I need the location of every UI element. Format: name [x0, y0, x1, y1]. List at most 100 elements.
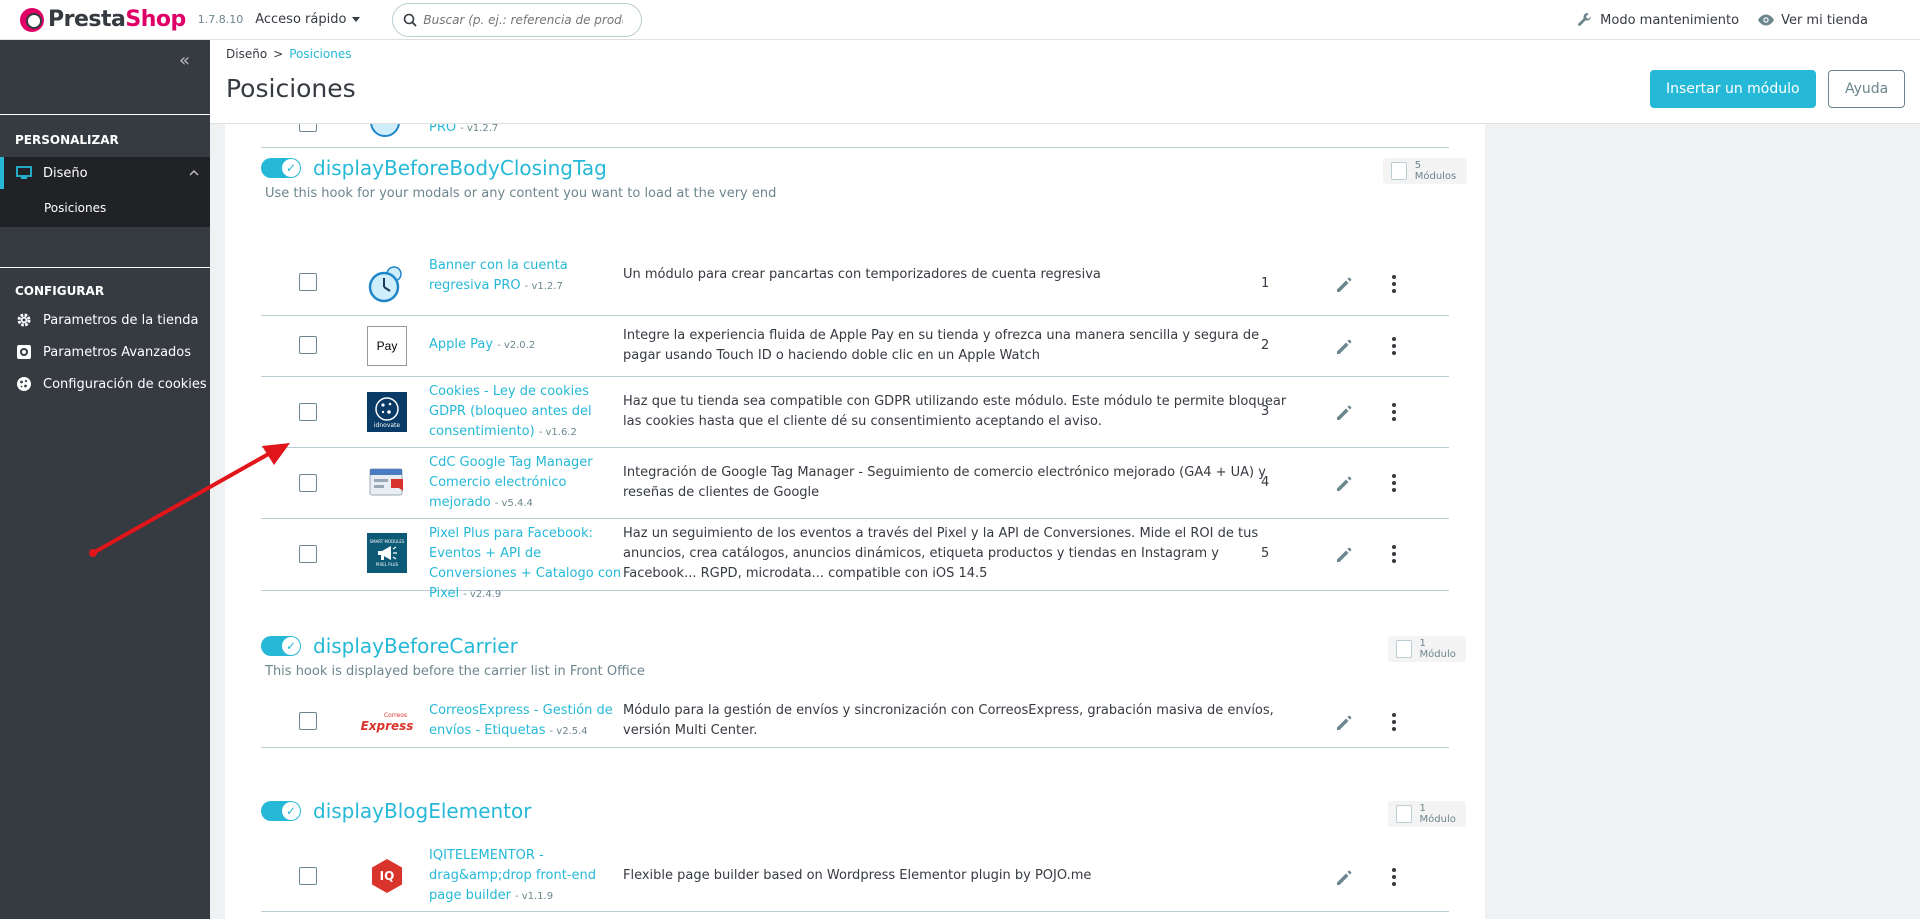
hook-name[interactable]: displayBeforeBodyClosingTag — [313, 156, 607, 180]
countdown-clock-icon — [367, 124, 407, 140]
more-vertical-icon[interactable] — [1387, 710, 1401, 734]
module-name-link[interactable]: PRO - v1.2.7 — [429, 124, 624, 139]
module-name-link[interactable]: CdC Google Tag Manager Comercio electrón… — [429, 453, 624, 514]
insert-module-button[interactable]: Insertar un módulo — [1650, 70, 1816, 108]
caret-down-icon — [352, 17, 361, 22]
sidebar: « PERSONALIZAR Diseño Posiciones CONFIGU… — [0, 40, 210, 919]
edit-pencil-icon[interactable] — [1333, 542, 1357, 566]
module-checkbox[interactable] — [299, 867, 317, 885]
more-vertical-icon[interactable] — [1387, 471, 1401, 495]
sidebar-item-cookies[interactable]: Configuración de cookies — [0, 368, 210, 400]
page-header: Diseño > Posiciones Posiciones Insertar un… — [210, 40, 1920, 124]
module-version: - v2.4.9 — [463, 589, 502, 600]
prestashop-logo[interactable]: PrestaShop — [20, 7, 186, 32]
module-count-box[interactable]: 1 Módulo — [1388, 636, 1467, 662]
module-count: 1 Módulo — [1419, 638, 1456, 660]
more-vertical-icon[interactable] — [1387, 334, 1401, 358]
edit-pencil-icon[interactable] — [1333, 272, 1357, 296]
help-button[interactable]: Ayuda — [1828, 70, 1906, 108]
module-count-box[interactable]: 1 Módulo — [1388, 801, 1467, 827]
view-store-label: Ver mi tienda — [1781, 12, 1868, 28]
section-title-personalizar: PERSONALIZAR — [15, 133, 119, 147]
module-checkbox[interactable] — [299, 712, 317, 730]
view-store-link[interactable]: Ver mi tienda — [1757, 13, 1868, 28]
sidebar-item-parametros-tienda[interactable]: Parametros de la tienda — [0, 304, 210, 336]
select-all-checkbox[interactable] — [1396, 640, 1412, 658]
hook-header: displayBeforeBodyClosingTag Use this hoo… — [261, 156, 1467, 216]
maintenance-link[interactable]: Modo mantenimiento — [1576, 11, 1739, 29]
header-right: Modo mantenimiento Ver mi tienda — [1576, 0, 1868, 40]
maintenance-label: Modo mantenimiento — [1600, 12, 1740, 28]
more-vertical-icon[interactable] — [1387, 272, 1401, 296]
module-checkbox[interactable] — [299, 545, 317, 563]
gear-icon — [15, 312, 33, 328]
module-checkbox[interactable] — [299, 273, 317, 291]
pixel-logo-bottom-text: PIXEL PLUS — [375, 562, 399, 567]
edit-pencil-icon[interactable] — [1333, 400, 1357, 424]
sidebar-item-label: Parametros de la tienda — [43, 312, 199, 328]
countdown-clock-icon — [367, 264, 407, 304]
pixel-plus-logo: SMART MODULES PIXEL PLUS — [367, 533, 407, 573]
sidebar-subitem-posiciones-label: Posiciones — [44, 201, 107, 215]
module-name-link[interactable]: Cookies - Ley de cookies GDPR (bloqueo a… — [429, 382, 624, 443]
breadcrumb: Diseño > Posiciones — [226, 47, 351, 61]
section-title-configurar: CONFIGURAR — [15, 284, 105, 298]
hook-name[interactable]: displayBeforeCarrier — [313, 634, 518, 658]
module-checkbox[interactable] — [299, 124, 317, 132]
edit-pencil-icon[interactable] — [1333, 710, 1357, 734]
edit-pencil-icon[interactable] — [1333, 865, 1357, 889]
module-description: Integre la experiencia fluida de Apple P… — [623, 328, 1260, 363]
table-row: Banner con la cuenta regresiva PRO - v1.2… — [261, 254, 1449, 316]
module-name-link[interactable]: Apple Pay - v2.0.2 — [429, 335, 624, 356]
search-input[interactable] — [423, 12, 624, 27]
module-name-link[interactable]: Pixel Plus para Facebook: Eventos + API … — [429, 524, 624, 605]
idnovate-logo-text: idnovate — [373, 421, 401, 429]
table-row: Correos Express CorreosExpress - Gestión… — [261, 696, 1449, 748]
quick-access-label: Acceso rápido — [255, 12, 347, 27]
hook-toggle[interactable] — [261, 158, 301, 178]
module-checkbox[interactable] — [299, 474, 317, 492]
module-description: Flexible page builder based on Wordpress… — [623, 868, 1092, 883]
quick-access-dropdown[interactable]: Acceso rápido — [255, 12, 361, 27]
sidebar-item-parametros-avanzados[interactable]: Parametros Avanzados — [0, 336, 210, 368]
collapse-sidebar-icon[interactable]: « — [179, 50, 190, 71]
module-version: - v5.4.4 — [494, 498, 533, 509]
module-count-box[interactable]: 5 Módulos — [1383, 158, 1467, 184]
module-version: - v2.0.2 — [497, 340, 536, 351]
megaphone-icon — [378, 546, 397, 560]
table-row: CdC Google Tag Manager Comercio electrón… — [261, 448, 1449, 519]
edit-pencil-icon[interactable] — [1333, 334, 1357, 358]
module-name-link[interactable]: IQITELEMENTOR - drag&amp;drop front-end … — [429, 846, 609, 907]
brand-shop: Shop — [125, 7, 186, 32]
more-vertical-icon[interactable] — [1387, 542, 1401, 566]
table-row: Pay Apple Pay - v2.0.2 Integre la experie… — [261, 316, 1449, 377]
module-checkbox[interactable] — [299, 336, 317, 354]
table-row: PRO - v1.2.7 — [261, 124, 1449, 148]
sidebar-section-personalizar: PERSONALIZAR Diseño Posiciones — [0, 114, 210, 227]
hook-toggle[interactable] — [261, 636, 301, 656]
module-checkbox[interactable] — [299, 403, 317, 421]
module-name-link[interactable]: Banner con la cuenta regresiva PRO - v1.2… — [429, 256, 624, 297]
module-name: IQITELEMENTOR - drag&amp;drop front-end … — [429, 848, 596, 903]
hook-name[interactable]: displayBlogElementor — [313, 799, 532, 823]
wrench-icon — [1578, 12, 1592, 26]
select-all-checkbox[interactable] — [1391, 162, 1407, 180]
apple-pay-logo: Pay — [367, 326, 407, 366]
cookie-icon — [375, 396, 399, 421]
module-position: 2 — [1261, 338, 1270, 353]
more-vertical-icon[interactable] — [1387, 865, 1401, 889]
edit-pencil-icon[interactable] — [1333, 471, 1357, 495]
sidebar-subitem-posiciones[interactable]: Posiciones — [0, 189, 210, 227]
breadcrumb-current[interactable]: Posiciones — [289, 47, 351, 61]
breadcrumb-parent[interactable]: Diseño — [226, 47, 267, 61]
chevron-up-icon — [189, 169, 199, 176]
sidebar-item-diseno[interactable]: Diseño — [0, 157, 210, 189]
module-name: Apple Pay — [429, 337, 494, 352]
module-name-link[interactable]: CorreosExpress - Gestión de envíos - Eti… — [429, 701, 624, 742]
select-all-checkbox[interactable] — [1396, 805, 1412, 823]
hook-toggle[interactable] — [261, 801, 301, 821]
hook-description: This hook is displayed before the carrie… — [265, 664, 645, 679]
module-version: - v1.1.9 — [514, 891, 554, 902]
search-box — [392, 2, 643, 37]
more-vertical-icon[interactable] — [1387, 400, 1401, 424]
